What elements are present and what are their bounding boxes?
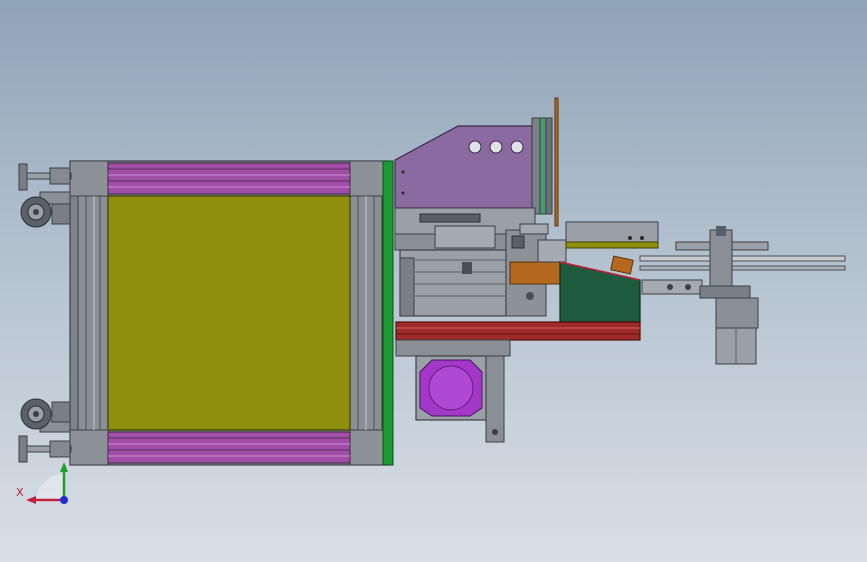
conveyor-arm[interactable] (639, 226, 846, 299)
upper-right-plate (565, 221, 659, 249)
base-beam (395, 339, 511, 357)
caster-wheel-icon (20, 398, 71, 433)
support-leg (485, 355, 505, 443)
coordinate-triad-icon: X (16, 462, 68, 504)
upper-violet-bracket[interactable] (394, 125, 533, 209)
green-housing[interactable] (559, 255, 641, 323)
bracket-hole-1 (468, 140, 482, 154)
olive-side-panel (107, 195, 351, 431)
drive-motor (715, 297, 759, 365)
central-mechanism[interactable] (394, 207, 567, 317)
cad-viewport[interactable]: X (0, 0, 867, 562)
bracket-hole-3 (510, 140, 524, 154)
cad-model-view[interactable]: X (0, 0, 867, 562)
x-axis-label: X (16, 486, 24, 499)
orange-feed-block (509, 261, 561, 285)
corner-block-bottom-right (349, 429, 389, 466)
corner-block-top-left (69, 160, 109, 197)
vertical-guide-plates (531, 97, 559, 227)
green-mounting-plate (382, 160, 394, 466)
leveling-foot-top (18, 163, 72, 191)
left-vertical-profile (77, 195, 109, 431)
leveling-foot-bottom (18, 435, 72, 463)
top-purple-rail (107, 162, 351, 195)
caster-wheel-icon (20, 191, 71, 228)
corner-block-bottom-left (69, 429, 109, 466)
red-base-rail (395, 321, 641, 341)
cooling-fan[interactable] (415, 355, 487, 421)
bottom-purple-rail (107, 431, 351, 464)
bracket-hole-2 (489, 140, 503, 154)
right-vertical-profile (349, 195, 383, 431)
cabinet-frame[interactable] (69, 160, 394, 466)
corner-block-top-right (349, 160, 389, 197)
